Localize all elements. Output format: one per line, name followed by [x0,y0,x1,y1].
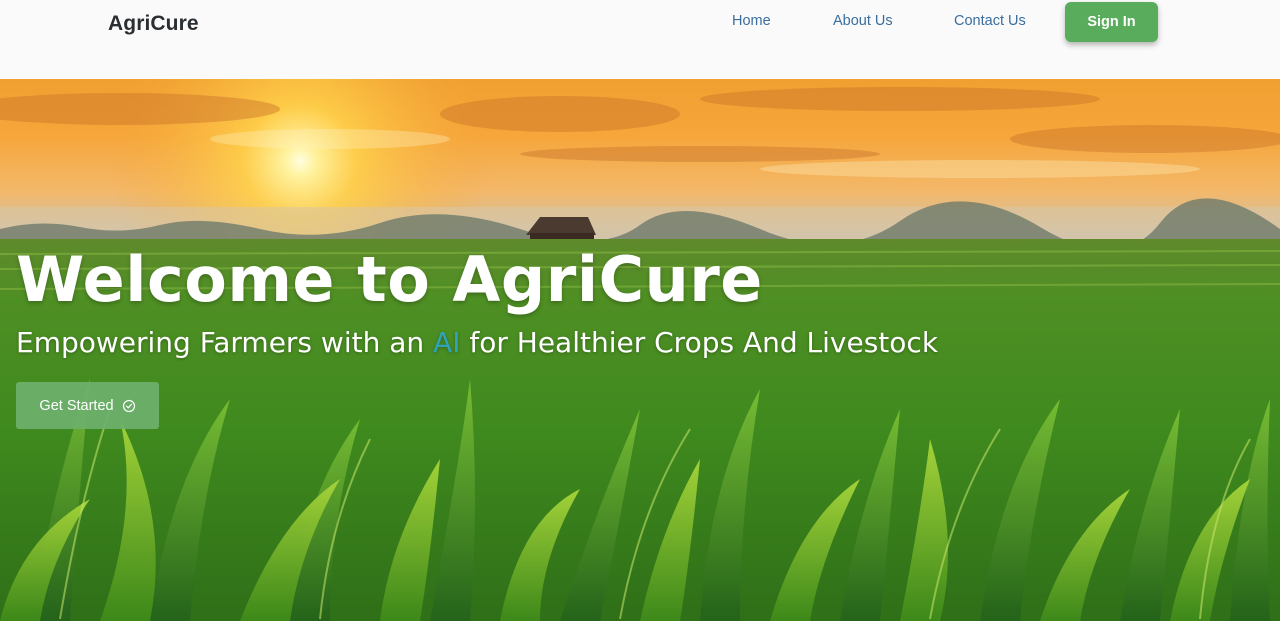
nav-link-about[interactable]: About Us [833,13,893,29]
get-started-button[interactable]: Get Started [16,382,159,429]
hero-title: Welcome to AgriCure [16,243,763,316]
hero-section: Welcome to AgriCure Empowering Farmers w… [0,79,1280,621]
navbar: AgriCure Home About Us Contact Us Sign I… [0,0,1280,79]
brand-logo[interactable]: AgriCure [108,12,199,36]
get-started-label: Get Started [39,397,114,414]
hero-subtitle: Empowering Farmers with an AI for Health… [16,325,938,361]
sign-in-button[interactable]: Sign In [1065,2,1158,42]
check-circle-icon [122,399,135,412]
hero-subtitle-text-end: for Healthier Crops And Livestock [460,326,939,359]
hero-subtitle-text-start: Empowering Farmers with an [16,326,434,359]
nav-link-contact[interactable]: Contact Us [954,13,1026,29]
nav-link-home[interactable]: Home [732,13,771,29]
hero-subtitle-ai-highlight: AI [433,326,461,359]
